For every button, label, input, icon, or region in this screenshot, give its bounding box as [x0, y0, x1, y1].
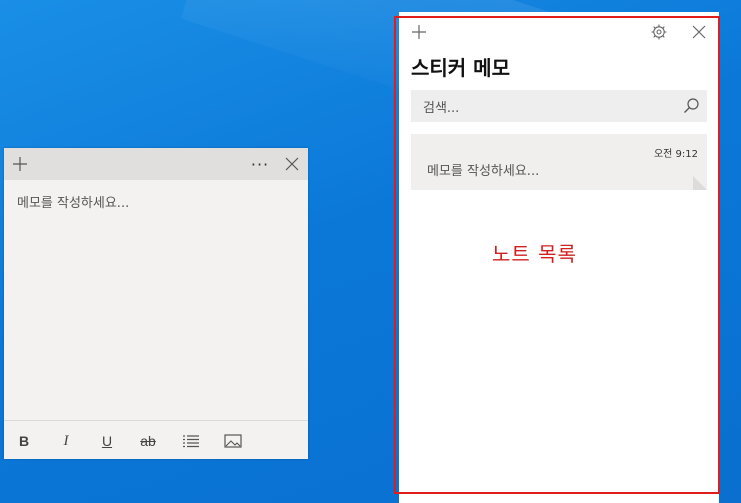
new-note-button[interactable]	[407, 20, 431, 44]
note-title-bar: ···	[4, 148, 308, 180]
formatting-toolbar: B I U ab	[4, 420, 308, 459]
bullet-list-icon	[183, 435, 199, 448]
close-icon	[285, 157, 299, 171]
plus-icon	[412, 25, 426, 39]
underline-button[interactable]: U	[95, 431, 119, 451]
notes-list-panel: 스티커 메모 검색... 오전 9:12 메모를 작성하세요... 노트 목록	[399, 12, 719, 503]
bullet-list-button[interactable]	[179, 431, 203, 451]
bold-button[interactable]: B	[12, 431, 36, 451]
more-icon: ···	[250, 154, 270, 174]
strikethrough-button[interactable]: ab	[136, 431, 160, 451]
panel-title: 스티커 메모	[411, 56, 510, 80]
new-note-button[interactable]	[8, 152, 32, 176]
image-icon	[224, 434, 242, 448]
gear-icon	[651, 24, 667, 40]
sticky-note-window: ··· 메모를 작성하세요... B I U ab	[4, 148, 308, 459]
close-note-button[interactable]	[280, 152, 304, 176]
note-list-item[interactable]: 오전 9:12 메모를 작성하세요...	[411, 134, 707, 190]
page-fold-corner	[693, 176, 707, 190]
settings-button[interactable]	[647, 20, 671, 44]
search-input[interactable]: 검색...	[423, 97, 459, 116]
annotation-label: 노트 목록	[492, 242, 577, 266]
close-panel-button[interactable]	[687, 20, 711, 44]
italic-button[interactable]: I	[54, 431, 78, 451]
note-timestamp: 오전 9:12	[653, 149, 698, 160]
plus-icon	[13, 157, 27, 171]
search-icon[interactable]	[681, 96, 701, 116]
close-icon	[692, 25, 706, 39]
more-options-button[interactable]: ···	[248, 152, 272, 176]
search-box[interactable]: 검색...	[411, 90, 707, 122]
insert-image-button[interactable]	[221, 431, 245, 451]
note-preview: 메모를 작성하세요...	[427, 164, 540, 179]
note-text-area[interactable]: 메모를 작성하세요...	[17, 192, 129, 211]
